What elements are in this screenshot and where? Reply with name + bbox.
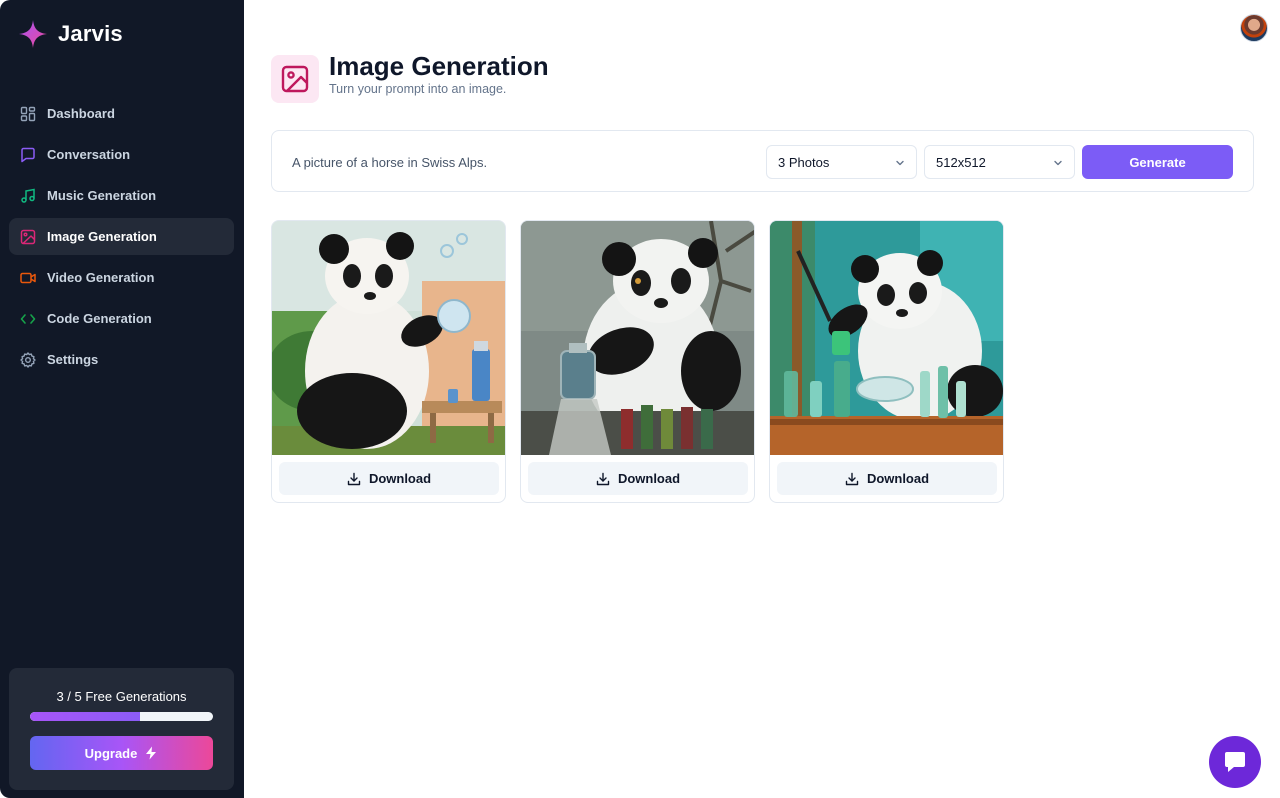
panda-painting-image bbox=[521, 221, 754, 455]
download-label: Download bbox=[866, 471, 930, 486]
sidebar-item-video-generation[interactable]: Video Generation bbox=[9, 259, 234, 296]
amount-select-value: 3 Photos bbox=[778, 154, 830, 170]
generated-image[interactable] bbox=[770, 221, 1003, 455]
image-icon bbox=[20, 229, 36, 245]
result-card: Download bbox=[271, 220, 506, 503]
music-icon bbox=[20, 188, 36, 204]
download-button[interactable]: Download bbox=[528, 462, 748, 495]
page-title: Image Generation bbox=[329, 51, 549, 81]
image-icon bbox=[281, 65, 309, 93]
sidebar-item-label: Image Generation bbox=[47, 229, 157, 244]
gear-icon bbox=[20, 351, 36, 368]
result-card: Download bbox=[769, 220, 1004, 503]
dashboard-icon bbox=[20, 106, 36, 122]
chevron-down-icon bbox=[894, 157, 906, 169]
sidebar-item-music-generation[interactable]: Music Generation bbox=[9, 177, 234, 214]
logo-icon bbox=[19, 20, 47, 48]
download-icon bbox=[845, 472, 859, 485]
generate-button[interactable]: Generate bbox=[1082, 145, 1233, 179]
usage-card: 3 / 5 Free Generations Upgrade bbox=[9, 668, 234, 790]
download-button[interactable]: Download bbox=[279, 462, 499, 495]
resolution-select[interactable]: 512x512 bbox=[924, 145, 1075, 179]
sidebar-item-image-generation[interactable]: Image Generation bbox=[9, 218, 234, 255]
sidebar-item-label: Settings bbox=[47, 352, 99, 367]
sidebar-item-label: Video Generation bbox=[47, 270, 155, 285]
brand[interactable]: Jarvis bbox=[18, 18, 123, 50]
message-square-icon bbox=[20, 147, 36, 163]
page-subtitle: Turn your prompt into an image. bbox=[329, 82, 507, 96]
user-avatar[interactable] bbox=[1240, 14, 1268, 42]
chat-bubble-icon bbox=[1225, 752, 1245, 772]
sidebar-item-settings[interactable]: Settings bbox=[9, 341, 234, 378]
upgrade-label: Upgrade bbox=[84, 745, 138, 761]
download-icon bbox=[596, 472, 610, 485]
sidebar-item-label: Conversation bbox=[47, 147, 131, 162]
app-name: Jarvis bbox=[58, 21, 123, 46]
lightning-icon bbox=[146, 746, 157, 760]
download-button[interactable]: Download bbox=[777, 462, 997, 495]
sidebar-item-dashboard[interactable]: Dashboard bbox=[9, 95, 234, 132]
download-icon bbox=[347, 472, 361, 485]
sidebar-item-label: Music Generation bbox=[47, 188, 157, 203]
generated-image[interactable] bbox=[272, 221, 505, 455]
page-header: Image Generation Turn your prompt into a… bbox=[271, 51, 549, 103]
sidebar-item-label: Dashboard bbox=[47, 106, 115, 121]
download-label: Download bbox=[617, 471, 681, 486]
page-icon-container bbox=[271, 55, 319, 103]
page-heading: Image Generation Turn your prompt into a… bbox=[329, 51, 549, 97]
resolution-select-value: 512x512 bbox=[936, 154, 986, 170]
panda-painting-image bbox=[272, 221, 505, 455]
upgrade-button[interactable]: Upgrade bbox=[30, 736, 213, 770]
result-card: Download bbox=[520, 220, 755, 503]
usage-progress-bar bbox=[30, 712, 213, 721]
sidebar-item-conversation[interactable]: Conversation bbox=[9, 136, 234, 173]
panda-painting-image bbox=[770, 221, 1003, 455]
usage-counter: 3 / 5 Free Generations bbox=[56, 689, 187, 704]
code-icon bbox=[20, 311, 36, 327]
amount-select[interactable]: 3 Photos bbox=[766, 145, 917, 179]
chat-support-button[interactable] bbox=[1209, 736, 1261, 788]
prompt-form: 3 Photos 512x512 Generate bbox=[271, 130, 1254, 192]
sidebar-item-label: Code Generation bbox=[47, 311, 152, 326]
sidebar: Jarvis Dashboard Conversation Music Gene… bbox=[0, 0, 244, 798]
sidebar-item-code-generation[interactable]: Code Generation bbox=[9, 300, 234, 337]
usage-progress-fill bbox=[30, 712, 140, 721]
sidebar-nav: Dashboard Conversation Music Generation bbox=[9, 95, 234, 382]
generated-image[interactable] bbox=[521, 221, 754, 455]
prompt-input[interactable] bbox=[284, 145, 754, 179]
chevron-down-icon bbox=[1052, 157, 1064, 169]
video-icon bbox=[20, 270, 36, 286]
download-label: Download bbox=[368, 471, 432, 486]
